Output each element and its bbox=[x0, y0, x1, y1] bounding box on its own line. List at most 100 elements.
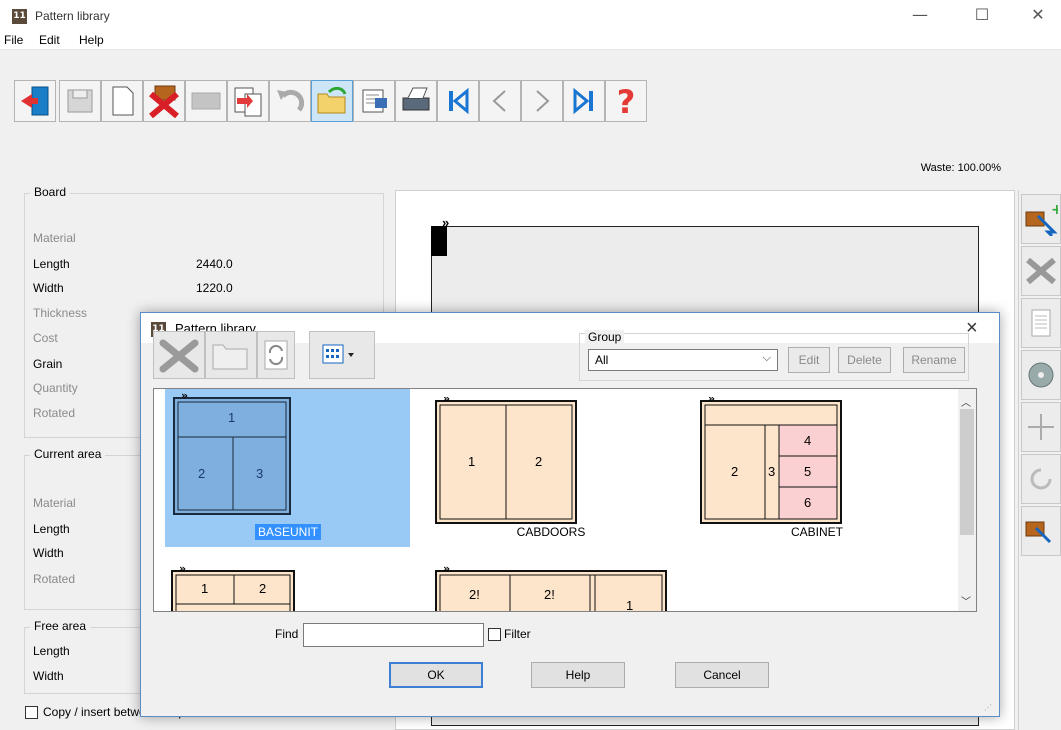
dialog-delete-pattern-icon[interactable] bbox=[153, 331, 205, 379]
pattern-tile-5[interactable]: » 2! 2! 1 bbox=[434, 566, 674, 611]
add-part-icon[interactable]: + bbox=[1021, 194, 1061, 244]
cancel-button[interactable]: Cancel bbox=[675, 662, 769, 688]
pattern-tile-cabinet[interactable]: » 2 3 4 5 6 bbox=[699, 397, 844, 527]
menu-edit[interactable]: Edit bbox=[39, 33, 60, 47]
free-width-label: Width bbox=[33, 669, 64, 683]
board-width-value: 1220.0 bbox=[196, 281, 233, 295]
part-label: 3 bbox=[768, 464, 776, 479]
dialog-open-icon[interactable] bbox=[205, 331, 257, 379]
minimize-button[interactable]: — bbox=[897, 0, 943, 30]
board-width-label: Width bbox=[33, 281, 64, 295]
part-label: 2 bbox=[198, 466, 206, 481]
svg-text:»: » bbox=[708, 397, 715, 405]
pattern-tile-cabdoors[interactable]: » 1 2 bbox=[434, 397, 579, 527]
pattern-name-cabinet: CABINET bbox=[790, 525, 843, 539]
delete-icon[interactable] bbox=[143, 80, 185, 122]
filter-checkbox[interactable] bbox=[488, 628, 501, 641]
group-select[interactable]: All ⌵ bbox=[588, 349, 778, 371]
resize-grip-icon[interactable]: ⋰ bbox=[984, 703, 992, 712]
edit-group-button[interactable]: Edit bbox=[788, 347, 830, 373]
current-length-label: Length bbox=[33, 522, 70, 536]
free-area-title: Free area bbox=[30, 619, 91, 633]
part-label: 6 bbox=[804, 495, 812, 510]
previous-icon[interactable] bbox=[479, 80, 521, 122]
move-icon[interactable] bbox=[1021, 402, 1061, 452]
current-width-label: Width bbox=[33, 546, 64, 560]
rename-group-button[interactable]: Rename bbox=[903, 347, 965, 373]
view-mode-dropdown[interactable] bbox=[309, 331, 375, 379]
find-label: Find bbox=[275, 627, 299, 641]
part-label: 2! bbox=[544, 587, 555, 602]
chevron-down-icon: ⌵ bbox=[762, 352, 771, 364]
svg-text:»: » bbox=[181, 389, 188, 402]
app-icon: 11 bbox=[12, 9, 27, 24]
first-icon[interactable] bbox=[437, 80, 479, 122]
board-length-label: Length bbox=[33, 257, 70, 271]
pattern-name-cabdoors: CABDOORS bbox=[516, 525, 586, 539]
close-button[interactable]: ✕ bbox=[1015, 0, 1061, 30]
copy-insert-checkbox[interactable] bbox=[25, 706, 38, 719]
ok-button[interactable]: OK bbox=[389, 662, 483, 688]
dialog-refresh-icon[interactable] bbox=[257, 331, 295, 379]
right-toolbar: + bbox=[1018, 190, 1061, 730]
grain-marker-icon bbox=[431, 226, 447, 256]
part-label: 1 bbox=[201, 581, 209, 596]
pattern-library-dialog: 11 Pattern library × Group All ⌵ Edit De… bbox=[140, 312, 1000, 717]
maximize-button[interactable]: ☐ bbox=[959, 0, 1005, 30]
scroll-up-icon[interactable]: ︿ bbox=[961, 394, 971, 409]
saw-blade-icon[interactable] bbox=[1021, 350, 1061, 400]
board-cost-label: Cost bbox=[33, 331, 58, 345]
part-label: 2 bbox=[535, 454, 543, 469]
board-group-title: Board bbox=[30, 185, 71, 199]
open-folder-icon[interactable] bbox=[311, 80, 353, 122]
exit-icon[interactable] bbox=[14, 80, 56, 122]
pattern-tile-4[interactable]: » 1 2 bbox=[170, 566, 300, 611]
board-icon[interactable] bbox=[185, 80, 227, 122]
window-title: Pattern library bbox=[35, 9, 110, 23]
svg-text:»: » bbox=[179, 566, 186, 575]
scroll-down-icon[interactable]: ﹀ bbox=[961, 593, 971, 608]
print-icon[interactable] bbox=[395, 80, 437, 122]
board-length-value: 2440.0 bbox=[196, 257, 233, 271]
part-label: 5 bbox=[804, 464, 812, 479]
svg-text:?: ? bbox=[617, 84, 636, 118]
part-label: 1 bbox=[228, 410, 236, 425]
delete-group-button[interactable]: Delete bbox=[838, 347, 891, 373]
part-label: 4 bbox=[804, 433, 812, 448]
undo-icon[interactable] bbox=[269, 80, 311, 122]
grain-chevron-icon: » bbox=[442, 215, 450, 230]
next-icon[interactable] bbox=[521, 80, 563, 122]
board-thickness-label: Thickness bbox=[33, 306, 88, 320]
import-icon[interactable] bbox=[227, 80, 269, 122]
list-icon[interactable] bbox=[1021, 298, 1061, 348]
pattern-list[interactable]: » 1 2 3 BASEUNIT » 1 2 CABDOORS » 2 3 4 … bbox=[153, 388, 977, 612]
menu-bar: File Edit Help bbox=[0, 30, 1061, 50]
part-label: 1 bbox=[468, 454, 476, 469]
part-label: 3 bbox=[256, 466, 264, 481]
help-button[interactable]: Help bbox=[531, 662, 625, 688]
select-part-icon[interactable] bbox=[1021, 506, 1061, 556]
menu-file[interactable]: File bbox=[4, 33, 23, 47]
last-icon[interactable] bbox=[563, 80, 605, 122]
board-quantity-label: Quantity bbox=[33, 381, 78, 395]
part-label: 2 bbox=[731, 464, 739, 479]
part-label: 2 bbox=[259, 581, 267, 596]
library-icon[interactable] bbox=[353, 80, 395, 122]
part-label: 2! bbox=[469, 587, 480, 602]
filter-label: Filter bbox=[504, 627, 531, 641]
rotate-icon[interactable] bbox=[1021, 454, 1061, 504]
menu-help[interactable]: Help bbox=[79, 33, 104, 47]
new-icon[interactable] bbox=[101, 80, 143, 122]
help-icon[interactable]: ? bbox=[605, 80, 647, 122]
current-rotated-label: Rotated bbox=[33, 572, 76, 586]
pattern-name-baseunit: BASEUNIT bbox=[213, 524, 363, 540]
cut-icon[interactable] bbox=[1021, 246, 1061, 296]
scrollbar-thumb[interactable] bbox=[960, 409, 974, 535]
board-material-label: Material bbox=[33, 231, 76, 245]
list-scrollbar[interactable]: ︿ ﹀ bbox=[958, 389, 976, 611]
save-icon[interactable] bbox=[59, 80, 101, 122]
free-length-label: Length bbox=[33, 644, 70, 658]
find-input[interactable] bbox=[303, 623, 484, 647]
board-rotated-label: Rotated bbox=[33, 406, 76, 420]
current-material-label: Material bbox=[33, 496, 76, 510]
